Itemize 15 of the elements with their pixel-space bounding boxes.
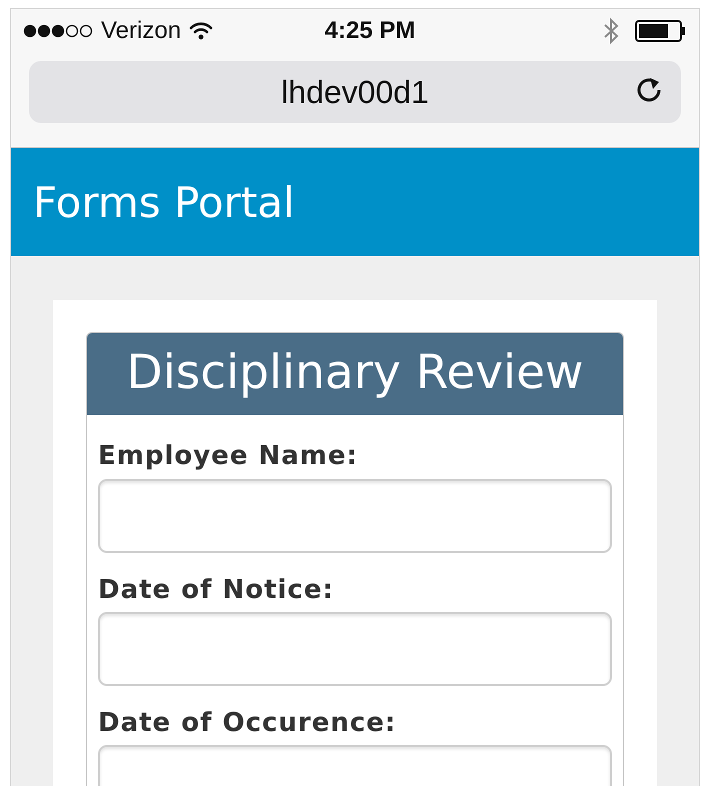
form-title: Disciplinary Review (87, 333, 623, 416)
clock-time: 4:25 PM (324, 16, 416, 46)
address-bar[interactable]: lhdev00d1 (29, 61, 681, 123)
wifi-icon (189, 22, 214, 40)
url-text: lhdev00d1 (281, 73, 429, 112)
carrier-name: Verizon (101, 16, 182, 46)
input-field[interactable] (98, 612, 612, 686)
field-label: Date of Occurence: (98, 708, 398, 739)
field-label: Employee Name: (98, 441, 359, 473)
portal-title: Forms Portal (33, 176, 295, 228)
signal-icon (23, 24, 93, 38)
bluetooth-icon (603, 17, 619, 45)
input-field[interactable] (98, 478, 612, 553)
battery-icon (635, 19, 687, 43)
field-label: Date of Notice: (98, 574, 335, 606)
